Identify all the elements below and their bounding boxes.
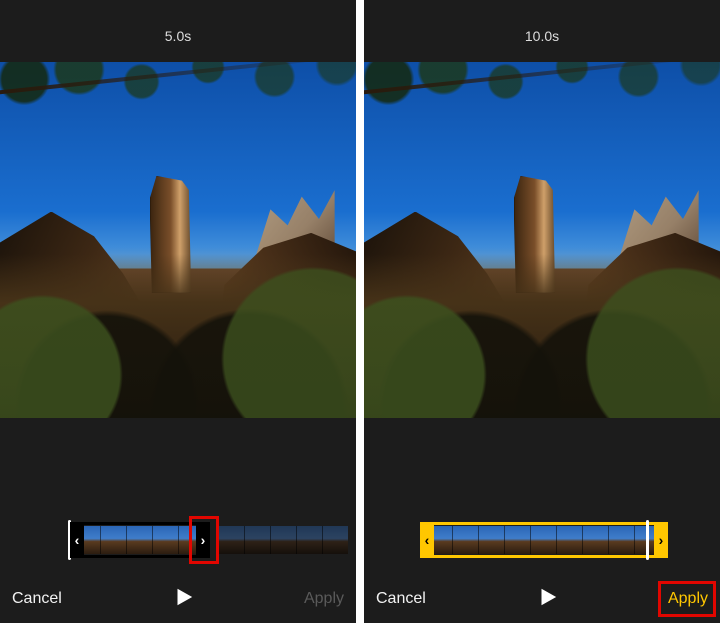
duration-label: 5.0s: [0, 28, 356, 44]
editor-pane-left: 5.0s ‹ ›: [0, 0, 356, 623]
apply-button[interactable]: Apply: [304, 590, 344, 608]
trim-handle-right[interactable]: ›: [196, 522, 210, 558]
play-icon: [172, 586, 194, 613]
preview-image: [0, 62, 356, 418]
trim-handle-right[interactable]: ›: [654, 522, 668, 558]
preview-image: [364, 62, 720, 418]
cancel-button[interactable]: Cancel: [376, 590, 426, 608]
duration-label: 10.0s: [364, 28, 720, 44]
cancel-button[interactable]: Cancel: [12, 590, 62, 608]
chevron-left-icon: ‹: [75, 532, 80, 548]
play-button[interactable]: [527, 579, 567, 619]
trim-handle-left[interactable]: ‹: [70, 522, 84, 558]
timeline[interactable]: ‹ ›: [378, 520, 706, 560]
chevron-left-icon: ‹: [425, 532, 430, 548]
editor-pane-right: 10.0s ‹ › Cancel: [364, 0, 720, 623]
selection-range[interactable]: [70, 522, 210, 558]
playhead[interactable]: [646, 520, 649, 560]
chevron-right-icon: ›: [659, 532, 664, 548]
play-button[interactable]: [163, 579, 203, 619]
controls-bar: Cancel Apply: [0, 575, 356, 623]
chevron-right-icon: ›: [201, 532, 206, 548]
controls-bar: Cancel Apply: [364, 575, 720, 623]
selection-range[interactable]: [420, 522, 668, 558]
apply-button[interactable]: Apply: [668, 590, 708, 608]
play-icon: [536, 586, 558, 613]
timeline[interactable]: ‹ ›: [14, 520, 342, 560]
trim-handle-left[interactable]: ‹: [420, 522, 434, 558]
